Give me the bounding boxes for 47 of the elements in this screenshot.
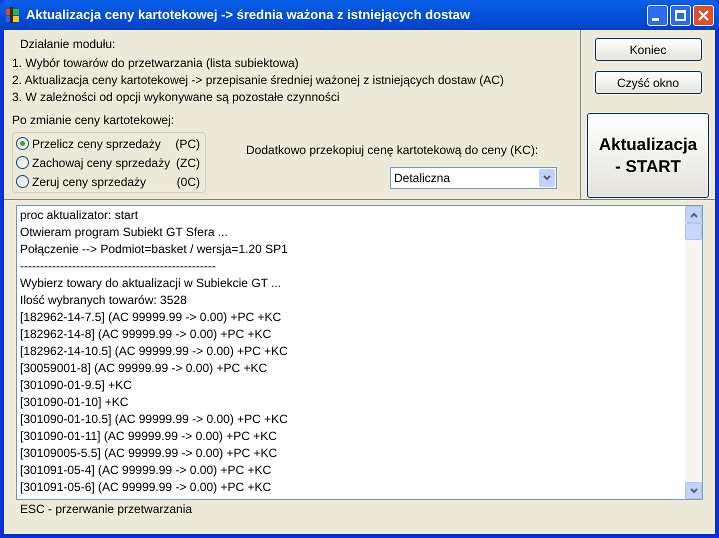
- log-line: Ilość wybranych towarów: 3528: [20, 292, 187, 309]
- price-code: (PC): [175, 136, 200, 152]
- status-text: ESC - przerwanie przetwarzania: [20, 502, 194, 517]
- log-line: [30059001-8] (AC 99999.99 -> 0.00) +PC +KC: [20, 360, 268, 377]
- radio-label[interactable]: Zeruj ceny sprzedaży: [32, 172, 146, 190]
- price-dropdown[interactable]: Detaliczna: [390, 167, 557, 189]
- log-line: Połączenie --> Podmiot=basket / wersja=1.20 SP1: [20, 241, 288, 258]
- radio-button[interactable]: [16, 137, 29, 150]
- radio-button[interactable]: [16, 175, 29, 188]
- scrollbar[interactable]: [685, 206, 702, 499]
- radio-button[interactable]: [16, 156, 29, 169]
- maximize-button[interactable]: [670, 4, 691, 26]
- log-line: [301091-05-6] (AC 99999.99 -> 0.00) +PC +KC: [20, 479, 272, 496]
- step-text: 1. Wybór towarów do przetwarzania (lista subiektowa): [12, 55, 300, 72]
- radio-label[interactable]: Przelicz ceny sprzedaży: [32, 134, 161, 152]
- close-button[interactable]: [693, 4, 714, 26]
- log-line: [301090-01-10] +KC: [20, 394, 128, 411]
- radio-label[interactable]: Zachowaj ceny sprzedaży: [32, 154, 170, 172]
- window-title: Aktualizacja ceny kartotekowej -> średnia ważona z istniejących dostaw: [26, 6, 470, 24]
- log-line: [301091-05-4] (AC 99999.99 -> 0.00) +PC +KC: [20, 462, 272, 479]
- log-line: [182962-14-7.5] (AC 99999.99 -> 0.00) +PC +KC: [20, 309, 282, 326]
- log-line: Wybierz towary do aktualizacji w Subiekcie GT ...: [20, 275, 282, 292]
- log-line: [182962-14-8] (AC 99999.99 -> 0.00) +PC +KC: [20, 326, 272, 343]
- copy-price-label: Dodatkowo przekopiuj cenę kartotekową do ceny (KC):: [246, 143, 540, 158]
- log-line: -------------------------------------------------: [20, 258, 216, 275]
- price-code: (ZC): [176, 154, 200, 172]
- log-line: Otwieram program Subiekt GT Sfera ...: [20, 224, 228, 241]
- section-heading: Działanie modułu:: [20, 37, 116, 52]
- log-line: proc aktualizator: start: [20, 207, 138, 224]
- step-text: 2. Aktualizacja ceny kartotekowej -> przepisanie średniej ważonej z istniejących dostaw (AC): [12, 72, 505, 89]
- app-icon: [5, 7, 21, 23]
- action-button[interactable]: Czyść okno: [594, 71, 702, 94]
- step-text: 3. W zależności od opcji wykonywane są pozostałe czynności: [12, 89, 340, 106]
- minimize-button[interactable]: [647, 4, 668, 26]
- scroll-up-icon[interactable]: [685, 206, 702, 223]
- log-line: [182962-14-10.5] (AC 99999.99 -> 0.00) +PC +KC: [20, 343, 288, 360]
- log-line: [301090-01-11] (AC 99999.99 -> 0.00) +PC +KC: [20, 428, 277, 445]
- log-line: [301090-01-10.5] (AC 99999.99 -> 0.00) +PC +KC: [20, 411, 288, 428]
- close-icon: [698, 10, 709, 20]
- options-label: Po zmianie ceny kartotekowej:: [12, 113, 176, 128]
- action-button[interactable]: Koniec: [594, 38, 702, 61]
- log-line: [30109005-5.5] (AC 99999.99 -> 0.00) +PC +KC: [20, 445, 278, 462]
- log-line: [301090-01-9.5] +KC: [20, 377, 132, 394]
- scroll-thumb[interactable]: [685, 223, 702, 240]
- scroll-down-icon[interactable]: [685, 482, 702, 499]
- price-code: (0C): [176, 174, 200, 190]
- start-button[interactable]: Aktualizacja - START: [587, 113, 709, 198]
